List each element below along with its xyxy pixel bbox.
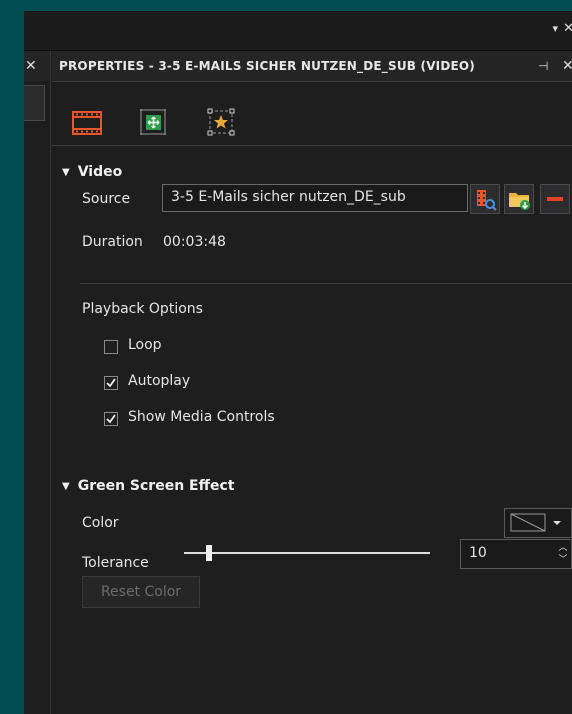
spin-down-icon[interactable]: ﹀ [557, 554, 569, 566]
collapse-caret-icon: ▼ [62, 481, 70, 492]
spin-up-icon[interactable]: ︿ [557, 542, 569, 554]
video-section-header[interactable]: ▼ Video [62, 164, 122, 180]
film-search-icon [477, 190, 497, 211]
green-screen-section-title: Green Screen Effect [77, 478, 235, 494]
left-panel-close-icon[interactable]: ✕ [25, 58, 37, 74]
collapse-caret-icon: ▼ [62, 167, 70, 178]
duration-label: Duration [82, 234, 143, 250]
left-docked-panel: ✕ [24, 51, 51, 714]
effects-tab-icon[interactable] [206, 107, 236, 137]
properties-header: PROPERTIES - 3-5 E-MAILS SICHER NUTZEN_D… [52, 51, 572, 82]
tolerance-slider-thumb[interactable] [206, 545, 212, 561]
window-close-icon[interactable]: ✕ [563, 21, 572, 36]
left-panel-field[interactable] [24, 85, 45, 121]
remove-source-button[interactable] [540, 184, 570, 214]
show-media-controls-checkbox[interactable] [104, 412, 118, 426]
properties-close-icon[interactable]: ✕ [562, 58, 572, 74]
left-panel-header: ✕ [24, 51, 50, 81]
minus-icon [547, 197, 563, 201]
pin-icon[interactable]: ⊣ [538, 59, 548, 73]
chevron-down-icon [553, 521, 561, 525]
tabs-divider [52, 145, 572, 146]
playback-options-label: Playback Options [82, 301, 203, 317]
tolerance-slider-track[interactable] [184, 552, 430, 554]
folder-icon [509, 193, 530, 210]
transform-tab-icon[interactable] [138, 107, 168, 137]
tolerance-input[interactable]: 10 ︿ ﹀ [460, 539, 572, 569]
autoplay-label[interactable]: Autoplay [128, 373, 190, 389]
checkmark-icon [106, 414, 116, 424]
dropdown-arrow-icon[interactable]: ▾ [552, 22, 558, 35]
show-media-controls-label[interactable]: Show Media Controls [128, 409, 275, 425]
open-folder-button[interactable] [504, 184, 534, 214]
duration-value: 00:03:48 [163, 234, 226, 250]
color-picker-dropdown[interactable] [504, 508, 572, 538]
section-separator [80, 283, 572, 284]
top-toolbar: ▾ ✕ [24, 11, 572, 51]
loop-label[interactable]: Loop [128, 337, 162, 353]
properties-title: PROPERTIES - 3-5 E-MAILS SICHER NUTZEN_D… [59, 59, 475, 73]
color-label: Color [82, 515, 119, 531]
reset-color-button[interactable]: Reset Color [82, 576, 200, 608]
checkmark-icon [106, 378, 116, 388]
loop-checkbox[interactable] [104, 340, 118, 354]
tolerance-label: Tolerance [82, 555, 149, 571]
autoplay-checkbox[interactable] [104, 376, 118, 390]
source-label: Source [82, 191, 131, 207]
media-browse-button[interactable] [470, 184, 500, 214]
properties-panel: PROPERTIES - 3-5 E-MAILS SICHER NUTZEN_D… [52, 51, 572, 714]
video-tab-icon[interactable] [72, 107, 102, 137]
video-section-title: Video [77, 164, 123, 180]
app-window: ▾ ✕ ✕ PROPERTIES - 3-5 E-MAILS SICHER NU… [24, 11, 572, 714]
tolerance-value: 10 [469, 545, 487, 561]
source-field[interactable]: 3-5 E-Mails sicher nutzen_DE_sub [162, 184, 468, 212]
green-screen-section-header[interactable]: ▼ Green Screen Effect [62, 478, 234, 494]
